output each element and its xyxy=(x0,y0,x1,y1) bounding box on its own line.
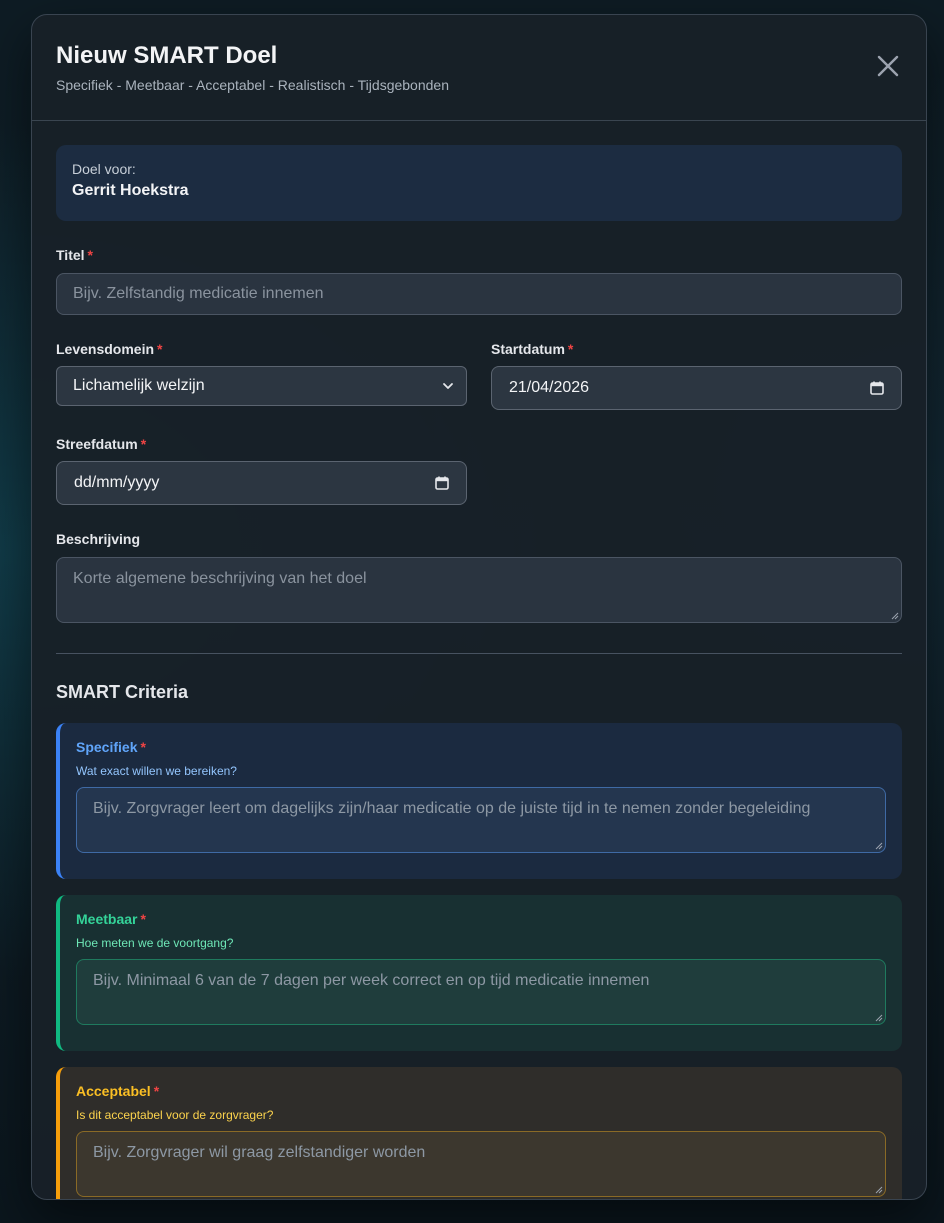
modal-body: Doel voor: Gerrit Hoekstra Titel * Bijv. … xyxy=(32,121,926,1199)
acceptabel-textarea[interactable]: Bijv. Zorgvrager wil graag zelfstandiger… xyxy=(76,1131,886,1197)
criterion-placeholder: Bijv. Zorgvrager leert om dagelijks zijn… xyxy=(93,800,811,817)
criterion-acceptabel: Acceptabel * Is dit acceptabel voor de zo… xyxy=(56,1067,902,1199)
title-field-group: Titel * Bijv. Zelfstandig medicatie innem… xyxy=(56,247,902,315)
title-input[interactable]: Bijv. Zelfstandig medicatie innemen xyxy=(56,273,902,315)
target-date-value: dd/mm/yyyy xyxy=(74,474,160,491)
resize-handle-icon[interactable] xyxy=(875,1014,883,1022)
section-divider xyxy=(56,653,902,654)
modal-header: Nieuw SMART Doel Specifiek - Meetbaar - … xyxy=(32,15,926,121)
modal-title: Nieuw SMART Doel xyxy=(56,42,278,69)
description-textarea[interactable]: Korte algemene beschrijving van het doel xyxy=(56,557,902,623)
chevron-down-icon xyxy=(443,383,453,389)
criterion-label: Meetbaar * xyxy=(76,911,146,927)
domain-select[interactable]: Lichamelijk welzijn xyxy=(56,366,467,406)
client-name: Gerrit Hoekstra xyxy=(72,182,189,199)
meetbaar-textarea[interactable]: Bijv. Minimaal 6 van de 7 dagen per week… xyxy=(76,959,886,1025)
specifiek-textarea[interactable]: Bijv. Zorgvrager leert om dagelijks zijn… xyxy=(76,787,886,853)
target-date-input[interactable]: dd/mm/yyyy xyxy=(56,461,467,505)
criterion-question: Is dit acceptabel voor de zorgvrager? xyxy=(76,1108,274,1122)
criterion-question: Hoe meten we de voortgang? xyxy=(76,936,234,950)
start-date-input[interactable]: 21/04/2026 xyxy=(491,366,902,410)
domain-select-value: Lichamelijk welzijn xyxy=(73,377,205,394)
criterion-specifiek: Specifiek * Wat exact willen we bereiken?… xyxy=(56,723,902,879)
criterion-label: Acceptabel * xyxy=(76,1083,160,1099)
client-label: Doel voor: xyxy=(72,161,136,177)
calendar-icon[interactable] xyxy=(869,380,885,396)
start-date-value: 21/04/2026 xyxy=(509,379,590,396)
start-date-label: Startdatum * xyxy=(491,341,574,357)
description-label: Beschrijving xyxy=(56,531,141,547)
close-button[interactable] xyxy=(876,53,902,79)
criterion-placeholder: Bijv. Minimaal 6 van de 7 dagen per week… xyxy=(93,972,650,989)
criterion-label: Specifiek * xyxy=(76,739,146,755)
domain-field-group: Levensdomein * Lichamelijk welzijn xyxy=(56,341,467,410)
target-date-field-group: Streefdatum * dd/mm/yyyy xyxy=(56,436,467,505)
client-info-box: Doel voor: Gerrit Hoekstra xyxy=(56,145,902,221)
domain-label: Levensdomein * xyxy=(56,341,163,357)
new-goal-modal: Nieuw SMART Doel Specifiek - Meetbaar - … xyxy=(31,14,927,1200)
resize-handle-icon[interactable] xyxy=(891,612,899,620)
modal-subtitle: Specifiek - Meetbaar - Acceptabel - Real… xyxy=(56,77,449,93)
criterion-placeholder: Bijv. Zorgvrager wil graag zelfstandiger… xyxy=(93,1144,426,1161)
resize-handle-icon[interactable] xyxy=(875,1186,883,1194)
resize-handle-icon[interactable] xyxy=(875,842,883,850)
smart-criteria-heading: SMART Criteria xyxy=(56,682,189,702)
close-icon xyxy=(877,55,899,77)
title-label: Titel * xyxy=(56,247,93,263)
description-placeholder: Korte algemene beschrijving van het doel xyxy=(73,570,367,587)
criterion-question: Wat exact willen we bereiken? xyxy=(76,764,237,778)
start-date-field-group: Startdatum * 21/04/2026 xyxy=(491,341,902,410)
target-date-label: Streefdatum * xyxy=(56,436,147,452)
description-field-group: Beschrijving Korte algemene beschrijving… xyxy=(56,531,902,623)
calendar-icon[interactable] xyxy=(434,475,450,491)
criterion-meetbaar: Meetbaar * Hoe meten we de voortgang? Bij… xyxy=(56,895,902,1051)
